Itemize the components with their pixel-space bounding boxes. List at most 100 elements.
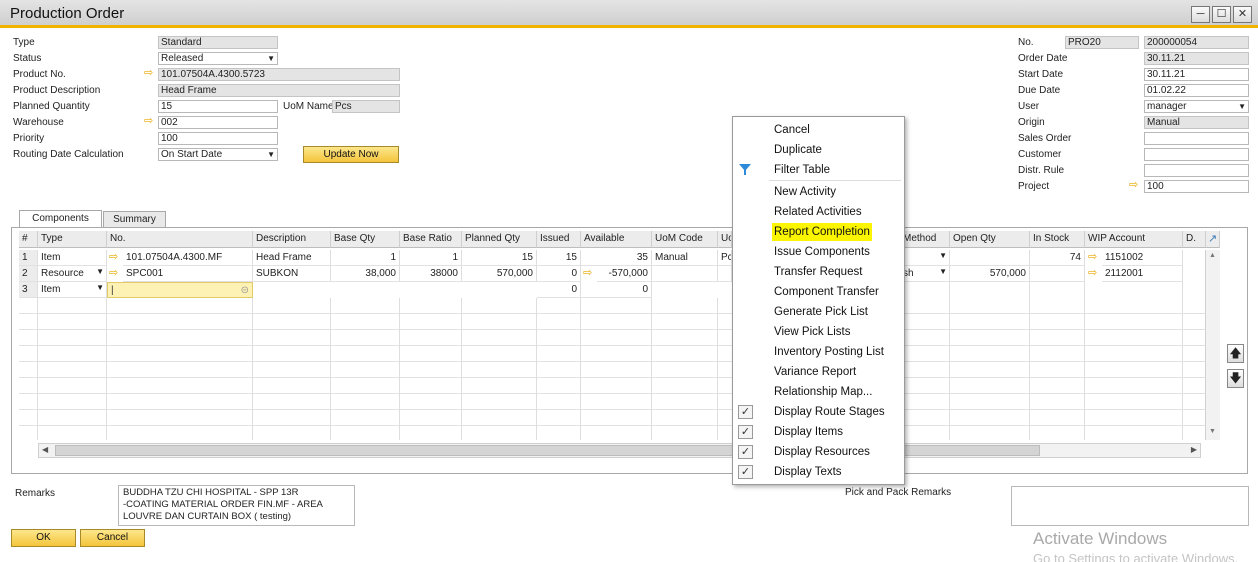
- col-header-uom-code[interactable]: UoM Code: [652, 231, 718, 248]
- row-type[interactable]: Resource ▼: [38, 266, 107, 282]
- menu-item-display-route-stages[interactable]: Display Route Stages: [774, 403, 885, 421]
- tab-components[interactable]: Components: [19, 210, 102, 227]
- row-uo[interactable]: [718, 266, 732, 282]
- row-description[interactable]: Head Frame: [253, 250, 331, 266]
- row-item-no[interactable]: SPC001: [123, 266, 253, 282]
- col-header-uo[interactable]: Uo: [718, 231, 732, 248]
- menu-item-display-items[interactable]: Display Items: [774, 423, 843, 441]
- customer-field[interactable]: [1144, 148, 1249, 161]
- product-no-field[interactable]: 101.07504A.4300.5723: [158, 68, 400, 81]
- project-field[interactable]: 100: [1144, 180, 1249, 193]
- update-now-button[interactable]: Update Now: [303, 146, 399, 163]
- start-date-field[interactable]: 30.11.21: [1144, 68, 1249, 81]
- scroll-up-icon[interactable]: ▲: [1209, 252, 1216, 259]
- chevron-down-icon[interactable]: ▼: [939, 266, 947, 277]
- scroll-right-icon[interactable]: ▶: [1191, 445, 1197, 454]
- move-row-down-icon[interactable]: 🡇: [1227, 369, 1244, 388]
- link-arrow-icon[interactable]: ⇨: [144, 116, 153, 127]
- menu-item-component-transfer[interactable]: Component Transfer: [774, 283, 879, 301]
- col-header-in-stock[interactable]: In Stock: [1030, 231, 1085, 248]
- user-dropdown[interactable]: manager ▼: [1144, 100, 1249, 113]
- menu-item-issue-components[interactable]: Issue Components: [774, 243, 870, 261]
- link-arrow-icon[interactable]: ⇨: [109, 252, 118, 263]
- col-header-open-qty[interactable]: Open Qty: [950, 231, 1030, 248]
- col-header-type[interactable]: Type: [38, 231, 107, 248]
- col-header-available[interactable]: Available: [581, 231, 652, 248]
- minimize-icon[interactable]: ─: [1191, 6, 1210, 23]
- row-type[interactable]: Item ▼: [38, 282, 107, 298]
- col-header-no[interactable]: No.: [107, 231, 253, 248]
- chevron-down-icon[interactable]: ▼: [1238, 101, 1246, 112]
- row-uo[interactable]: Pc: [718, 250, 732, 266]
- col-header-issued[interactable]: Issued: [537, 231, 581, 248]
- link-arrow-icon[interactable]: ⇨: [583, 268, 592, 279]
- menu-item-filter-table[interactable]: Filter Table: [774, 161, 830, 179]
- vertical-scrollbar[interactable]: ▲ ▼: [1205, 250, 1220, 440]
- choose-from-list-icon[interactable]: ⊝: [241, 283, 249, 297]
- maximize-icon[interactable]: ☐: [1212, 6, 1231, 23]
- pick-pack-remarks-textarea[interactable]: [1011, 486, 1249, 526]
- menu-item-generate-pick-list[interactable]: Generate Pick List: [774, 303, 868, 321]
- col-header-base-qty[interactable]: Base Qty: [331, 231, 400, 248]
- sales-order-field[interactable]: [1144, 132, 1249, 145]
- row-base-ratio[interactable]: 38000: [400, 266, 462, 282]
- row-uom-code[interactable]: [652, 266, 718, 282]
- check-icon[interactable]: ✓: [738, 465, 753, 479]
- col-header-planned-qty[interactable]: Planned Qty: [462, 231, 537, 248]
- menu-item-duplicate[interactable]: Duplicate: [774, 141, 822, 159]
- row-item-no[interactable]: 101.07504A.4300.MF: [123, 250, 253, 266]
- row-wip-account[interactable]: 1151002: [1102, 250, 1183, 266]
- link-arrow-icon[interactable]: ⇨: [1129, 180, 1138, 191]
- expand-icon[interactable]: ↗: [1206, 231, 1220, 248]
- scroll-left-icon[interactable]: ◀: [42, 445, 48, 454]
- due-date-field[interactable]: 01.02.22: [1144, 84, 1249, 97]
- chevron-down-icon[interactable]: ▼: [96, 266, 104, 277]
- check-icon[interactable]: ✓: [738, 405, 753, 419]
- scroll-down-icon[interactable]: ▼: [1209, 428, 1216, 435]
- menu-item-report-completion[interactable]: Report Completion: [772, 223, 872, 241]
- link-arrow-icon[interactable]: ⇨: [1088, 252, 1097, 263]
- status-dropdown[interactable]: Released ▼: [158, 52, 278, 65]
- move-row-up-icon[interactable]: 🡅: [1227, 344, 1244, 363]
- row-base-qty[interactable]: 1: [331, 250, 400, 266]
- check-icon[interactable]: ✓: [738, 445, 753, 459]
- chevron-down-icon[interactable]: ▼: [939, 250, 947, 261]
- menu-item-new-activity[interactable]: New Activity: [774, 183, 836, 201]
- menu-item-variance-report[interactable]: Variance Report: [774, 363, 856, 381]
- menu-item-transfer-request[interactable]: Transfer Request: [774, 263, 862, 281]
- remarks-textarea[interactable]: BUDDHA TZU CHI HOSPITAL - SPP 13R -COATI…: [118, 485, 355, 526]
- col-header-description[interactable]: Description: [253, 231, 331, 248]
- row-method[interactable]: sh ▼: [900, 266, 950, 282]
- menu-item-display-resources[interactable]: Display Resources: [774, 443, 870, 461]
- close-icon[interactable]: ✕: [1233, 6, 1252, 23]
- menu-item-view-pick-lists[interactable]: View Pick Lists: [774, 323, 850, 341]
- cancel-button[interactable]: Cancel: [80, 529, 145, 547]
- row-base-qty[interactable]: 38,000: [331, 266, 400, 282]
- menu-item-relationship-map[interactable]: Relationship Map...: [774, 383, 872, 401]
- menu-item-display-texts[interactable]: Display Texts: [774, 463, 842, 481]
- row-item-no-input[interactable]: | ⊝: [107, 282, 253, 298]
- series-field[interactable]: PRO20: [1065, 36, 1139, 49]
- distr-rule-field[interactable]: [1144, 164, 1249, 177]
- row-method[interactable]: ▼: [900, 250, 950, 266]
- row-wip-account[interactable]: 2112001: [1102, 266, 1183, 282]
- priority-field[interactable]: 100: [158, 132, 278, 145]
- row-planned-qty[interactable]: 15: [462, 250, 537, 266]
- col-header-method[interactable]: Method: [900, 231, 950, 248]
- row-uom-code[interactable]: Manual: [652, 250, 718, 266]
- row-base-ratio[interactable]: 1: [400, 250, 462, 266]
- menu-item-related-activities[interactable]: Related Activities: [774, 203, 862, 221]
- link-arrow-icon[interactable]: ⇨: [1088, 268, 1097, 279]
- planned-quantity-field[interactable]: 15: [158, 100, 278, 113]
- warehouse-field[interactable]: 002: [158, 116, 278, 129]
- check-icon[interactable]: ✓: [738, 425, 753, 439]
- row-planned-qty[interactable]: 570,000: [462, 266, 537, 282]
- chevron-down-icon[interactable]: ▼: [267, 53, 275, 64]
- col-header-d[interactable]: D.: [1183, 231, 1206, 248]
- row-description[interactable]: SUBKON: [253, 266, 331, 282]
- horizontal-scrollbar[interactable]: ◀ ▶: [38, 443, 1201, 458]
- menu-item-cancel[interactable]: Cancel: [774, 121, 810, 139]
- link-arrow-icon[interactable]: ⇨: [109, 268, 118, 279]
- link-arrow-icon[interactable]: ⇨: [144, 68, 153, 79]
- col-header-wip-account[interactable]: WIP Account: [1085, 231, 1183, 248]
